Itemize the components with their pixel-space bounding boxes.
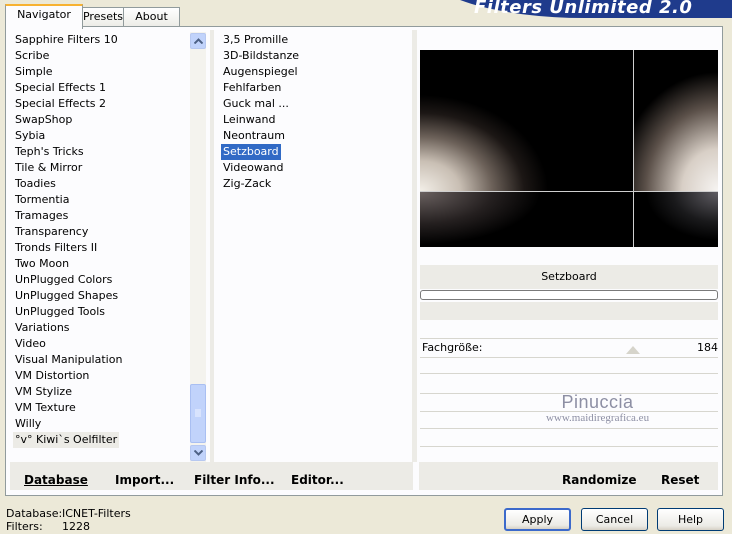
- category-list-item[interactable]: UnPlugged Tools: [13, 304, 124, 320]
- category-list-item[interactable]: Willy: [13, 416, 124, 432]
- filter-list[interactable]: 3,5 Promille 3D-Bildstanze Augenspiegel Feh…: [221, 32, 391, 232]
- filter-name-label: Setzboard: [420, 265, 718, 289]
- category-list-item[interactable]: Visual Manipulation: [13, 352, 124, 368]
- separator-band: [420, 302, 718, 320]
- parameter-divider: [420, 446, 718, 447]
- parameter-divider: [420, 428, 718, 429]
- chevron-up-icon: [194, 38, 203, 44]
- parameter-divider: [420, 357, 718, 358]
- category-list-item[interactable]: Toadies: [13, 176, 124, 192]
- filter-list-item[interactable]: Setzboard: [221, 144, 281, 160]
- category-list-item[interactable]: SwapShop: [13, 112, 124, 128]
- help-button[interactable]: Help: [657, 508, 724, 531]
- preview-grid-line: [420, 191, 718, 192]
- database-status-value: ICNET-Filters: [62, 507, 131, 520]
- database-button[interactable]: Database: [24, 473, 88, 487]
- category-list-item[interactable]: VM Stylize: [13, 384, 124, 400]
- editor-button[interactable]: Editor...: [291, 473, 344, 487]
- parameter-divider: [420, 338, 718, 339]
- filter-info-button[interactable]: Filter Info...: [194, 473, 275, 487]
- category-list-item[interactable]: UnPlugged Colors: [13, 272, 124, 288]
- category-items: Sapphire Filters 10 Scribe Simple Special E…: [13, 32, 124, 448]
- category-list-item[interactable]: Variations: [13, 320, 124, 336]
- parameter-slider-thumb[interactable]: [626, 346, 640, 354]
- watermark: Pinuccia www.maidiregrafica.eu: [500, 392, 695, 424]
- apply-button[interactable]: Apply: [504, 508, 571, 531]
- category-list-item[interactable]: Transparency: [13, 224, 124, 240]
- scroll-up-button[interactable]: [190, 33, 206, 49]
- filters-count-value: 1228: [62, 520, 90, 533]
- category-list-item[interactable]: Scribe: [13, 48, 124, 64]
- category-list-item[interactable]: Tile & Mirror: [13, 160, 124, 176]
- category-list-item[interactable]: Teph's Tricks: [13, 144, 124, 160]
- category-list-item[interactable]: Special Effects 1: [13, 80, 124, 96]
- cancel-button[interactable]: Cancel: [581, 508, 648, 531]
- filter-list-item[interactable]: Guck mal ...: [221, 96, 301, 112]
- preview-image: [420, 50, 718, 247]
- parameter-label: Fachgröße:: [422, 341, 483, 354]
- category-list-item[interactable]: Sybia: [13, 128, 124, 144]
- category-list-item[interactable]: Sapphire Filters 10: [13, 32, 124, 48]
- parameter-divider: [420, 373, 718, 374]
- import-button[interactable]: Import...: [115, 473, 174, 487]
- filter-list-item[interactable]: Leinwand: [221, 112, 301, 128]
- category-list-item[interactable]: Tramages: [13, 208, 124, 224]
- category-list-item[interactable]: VM Distortion: [13, 368, 124, 384]
- reset-button[interactable]: Reset: [661, 473, 699, 487]
- scroll-down-button[interactable]: [190, 445, 206, 461]
- filter-list-item[interactable]: 3D-Bildstanze: [221, 48, 301, 64]
- parameter-value[interactable]: 184: [697, 341, 718, 354]
- watermark-name: Pinuccia: [561, 392, 634, 412]
- filter-items: 3,5 Promille 3D-Bildstanze Augenspiegel Feh…: [221, 32, 301, 192]
- scrollbar-thumb[interactable]: [190, 384, 206, 443]
- column-divider: [210, 30, 214, 462]
- category-list-item[interactable]: VM Texture: [13, 400, 124, 416]
- filter-list-item[interactable]: Neontraum: [221, 128, 301, 144]
- watermark-url: www.maidiregrafica.eu: [545, 412, 650, 424]
- filter-list-item[interactable]: Augenspiegel: [221, 64, 301, 80]
- filter-list-item[interactable]: Zig-Zack: [221, 176, 301, 192]
- category-list-item[interactable]: Simple: [13, 64, 124, 80]
- category-list-item[interactable]: Two Moon: [13, 256, 124, 272]
- category-list-item[interactable]: Tormentia: [13, 192, 124, 208]
- filter-list-item[interactable]: Videowand: [221, 160, 301, 176]
- randomize-button[interactable]: Randomize: [562, 473, 636, 487]
- grip-icon: [195, 409, 201, 417]
- category-list-item[interactable]: °v° Kiwi`s Oelfilter: [13, 432, 120, 448]
- preview-grid-line: [633, 50, 634, 247]
- app-title: Filters Unlimited 2.0: [474, 0, 693, 18]
- chevron-down-icon: [194, 450, 203, 456]
- filters-count-label: Filters:: [6, 520, 43, 533]
- tab-about[interactable]: About: [123, 7, 180, 27]
- column-divider: [412, 30, 417, 462]
- category-list-item[interactable]: Special Effects 2: [13, 96, 124, 112]
- filter-list-item[interactable]: Fehlfarben: [221, 80, 301, 96]
- filter-list-item[interactable]: 3,5 Promille: [221, 32, 301, 48]
- category-list[interactable]: Sapphire Filters 10 Scribe Simple Special E…: [13, 32, 188, 452]
- category-list-item[interactable]: Tronds Filters II: [13, 240, 124, 256]
- category-list-item[interactable]: UnPlugged Shapes: [13, 288, 124, 304]
- database-status-label: Database:: [6, 507, 63, 520]
- progress-bar: [420, 290, 718, 300]
- tab-navigator[interactable]: Navigator: [5, 4, 83, 29]
- category-list-item[interactable]: Video: [13, 336, 124, 352]
